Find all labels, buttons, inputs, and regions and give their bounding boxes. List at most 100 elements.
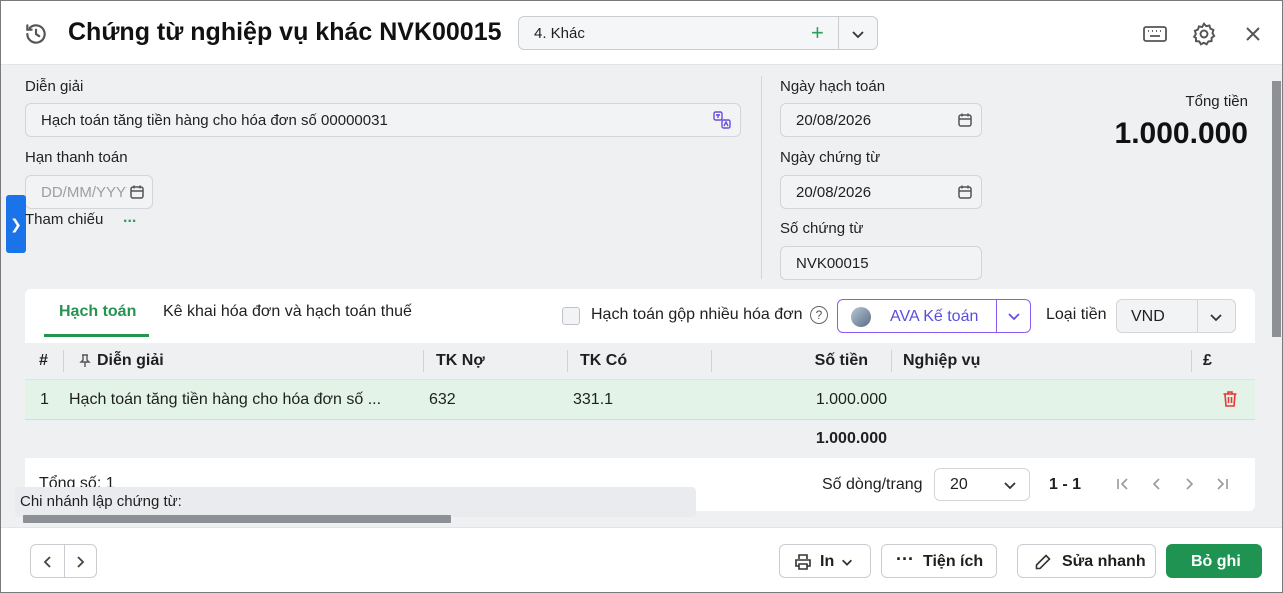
last-page-icon[interactable]	[1214, 476, 1230, 492]
table-header: # Diễn giải TK Nợ TK Có Số tiền Nghiệp v…	[25, 343, 1255, 380]
col-header-currency: £	[1203, 352, 1212, 369]
table-summary-row: 1.000.000	[25, 420, 1255, 458]
voucher-window: Chứng từ nghiệp vụ khác NVK00015 4. Khác…	[0, 0, 1283, 593]
print-button[interactable]: In	[779, 544, 871, 578]
next-page-icon[interactable]	[1181, 476, 1197, 492]
currency-select[interactable]: VND	[1116, 299, 1236, 333]
total-label: Tổng tiền	[1185, 93, 1248, 110]
voucher-date-input[interactable]: 20/08/2026	[780, 175, 982, 209]
voucher-type-select[interactable]: 4. Khác +	[518, 16, 878, 50]
voucher-no-label: Số chứng từ	[780, 220, 864, 237]
col-divider	[567, 350, 568, 372]
bottom-toolbar: In ··· Tiện ích Sửa nhanh Bỏ ghi	[1, 527, 1282, 592]
cell-debit[interactable]: 632	[429, 391, 456, 409]
help-icon[interactable]: ?	[810, 306, 828, 324]
currency-value: VND	[1131, 308, 1165, 325]
col-divider	[891, 350, 892, 372]
history-icon[interactable]	[23, 21, 49, 47]
unpost-button[interactable]: Bỏ ghi	[1166, 544, 1262, 578]
tab-invoice-tax[interactable]: Kê khai hóa đơn và hạch toán thuế	[163, 303, 412, 321]
col-divider	[1191, 350, 1192, 372]
chevron-down-icon[interactable]	[1006, 308, 1022, 324]
due-date-input[interactable]: DD/MM/YYYY	[25, 175, 153, 209]
calendar-icon[interactable]	[957, 112, 973, 128]
description-label: Diễn giải	[25, 78, 84, 95]
calendar-icon[interactable]	[957, 184, 973, 200]
page-title: Chứng từ nghiệp vụ khác NVK00015	[68, 18, 502, 46]
page-range: 1 - 1	[1049, 476, 1082, 493]
horizontal-scrollbar[interactable]	[23, 515, 451, 523]
rows-per-page-select[interactable]: 20	[934, 468, 1030, 501]
vertical-scrollbar[interactable]	[1272, 81, 1281, 337]
branch-bar: Chi nhánh lập chứng từ:	[15, 487, 696, 517]
chevron-down-icon[interactable]	[850, 26, 866, 42]
voucher-type-value: 4. Khác	[534, 25, 585, 42]
next-record-icon[interactable]	[72, 554, 88, 570]
col-divider	[711, 350, 712, 372]
side-panel-toggle[interactable]: ❯	[6, 195, 26, 253]
reference-more-button[interactable]: ...	[123, 209, 136, 227]
close-icon[interactable]	[1240, 21, 1266, 47]
add-type-icon[interactable]: +	[811, 20, 824, 46]
divider	[1197, 300, 1198, 332]
table-row[interactable]: 1 Hạch toán tăng tiền hàng cho hóa đơn s…	[25, 380, 1255, 420]
quick-edit-button[interactable]: Sửa nhanh	[1017, 544, 1156, 578]
cell-index: 1	[40, 391, 49, 408]
trash-icon[interactable]	[1222, 390, 1238, 408]
reference-label: Tham chiếu	[25, 211, 104, 228]
translate-icon[interactable]	[713, 111, 731, 129]
due-date-label: Hạn thanh toán	[25, 149, 128, 166]
ava-assistant-button[interactable]: AVA Kế toán	[837, 299, 1031, 333]
branch-label: Chi nhánh lập chứng từ:	[20, 493, 182, 510]
cell-credit[interactable]: 331.1	[573, 391, 613, 409]
unpost-label: Bỏ ghi	[1191, 553, 1241, 570]
keyboard-icon[interactable]	[1142, 21, 1168, 47]
chevron-down-icon	[842, 559, 852, 566]
accounting-panel: Hạch toán Kê khai hóa đơn và hạch toán t…	[25, 289, 1255, 511]
tab-accounting[interactable]: Hạch toán	[59, 303, 136, 321]
col-header-description[interactable]: Diễn giải	[97, 352, 164, 370]
utility-button[interactable]: ··· Tiện ích	[881, 544, 997, 578]
pin-icon[interactable]	[78, 354, 92, 368]
rows-per-page-label: Số dòng/trang	[822, 476, 923, 493]
print-label: In	[820, 553, 835, 570]
description-input[interactable]: Hạch toán tăng tiền hàng cho hóa đơn số …	[25, 103, 741, 137]
posting-date-label: Ngày hạch toán	[780, 78, 886, 95]
voucher-no-value: NVK00015	[796, 255, 869, 272]
col-header-business[interactable]: Nghiệp vụ	[903, 352, 980, 370]
col-header-debit[interactable]: TK Nợ	[436, 352, 485, 370]
voucher-date-value: 20/08/2026	[796, 184, 872, 201]
cell-amount[interactable]: 1.000.000	[816, 391, 887, 409]
divider	[761, 76, 762, 279]
chevron-down-icon[interactable]	[1002, 477, 1018, 493]
posting-date-input[interactable]: 20/08/2026	[780, 103, 982, 137]
chevron-down-icon[interactable]	[1208, 309, 1224, 325]
ava-avatar	[851, 307, 871, 327]
merge-invoices-checkbox[interactable]	[562, 307, 580, 325]
active-tab-indicator	[44, 334, 149, 337]
voucher-date-label: Ngày chứng từ	[780, 149, 881, 166]
col-divider	[423, 350, 424, 372]
window-header: Chứng từ nghiệp vụ khác NVK00015 4. Khác…	[1, 1, 1282, 65]
col-header-amount[interactable]: Số tiền	[815, 352, 868, 370]
quick-edit-label: Sửa nhanh	[1062, 553, 1146, 570]
cell-description[interactable]: Hạch toán tăng tiền hàng cho hóa đơn số …	[69, 391, 381, 409]
prev-record-icon[interactable]	[40, 554, 56, 570]
pencil-icon	[1035, 554, 1051, 570]
sum-amount: 1.000.000	[815, 430, 887, 447]
utility-label: Tiện ích	[923, 553, 984, 570]
col-header-credit[interactable]: TK Có	[580, 352, 627, 370]
voucher-no-input[interactable]: NVK00015	[780, 246, 982, 280]
prev-page-icon[interactable]	[1149, 476, 1165, 492]
merge-invoices-label: Hạch toán gộp nhiều hóa đơn	[591, 306, 803, 323]
first-page-icon[interactable]	[1115, 476, 1131, 492]
record-navigator	[30, 544, 97, 578]
due-date-placeholder: DD/MM/YYYY	[41, 184, 127, 201]
calendar-icon[interactable]	[129, 184, 145, 200]
gear-icon[interactable]	[1191, 21, 1217, 47]
more-icon: ···	[896, 549, 914, 569]
divider	[996, 300, 997, 332]
rows-per-page-value: 20	[950, 476, 968, 493]
ava-label: AVA Kế toán	[890, 308, 979, 325]
currency-label: Loại tiền	[1046, 306, 1107, 323]
